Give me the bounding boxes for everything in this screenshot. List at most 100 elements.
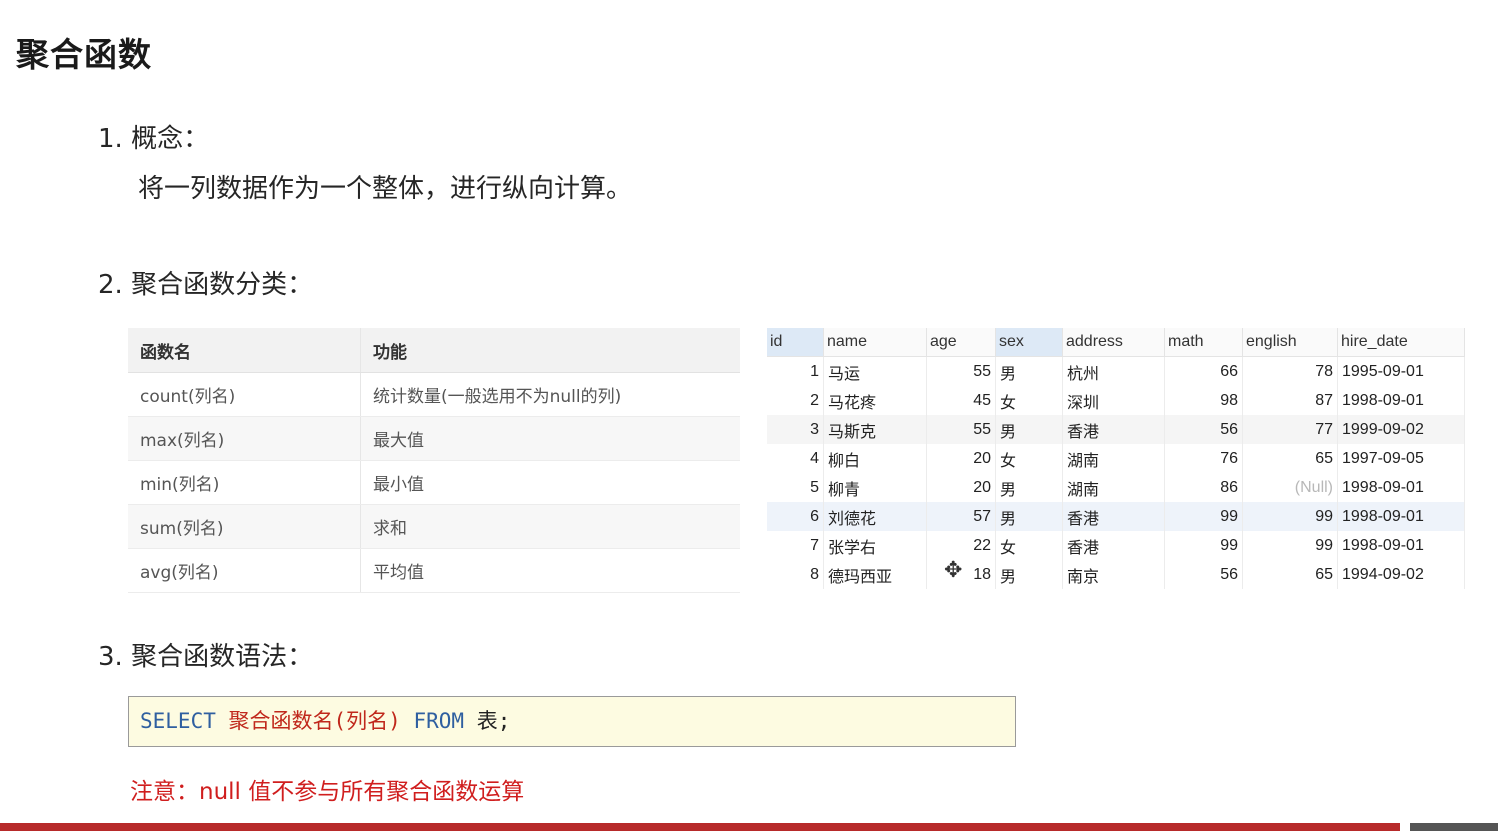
cell-math[interactable]: 98 (1164, 386, 1243, 415)
cell-address[interactable]: 香港 (1062, 502, 1165, 531)
cell-age[interactable]: 57 (926, 502, 996, 531)
function-desc: 最小值 (360, 460, 740, 505)
cell-name[interactable]: 德玛西亚 (823, 560, 927, 589)
function-name: min(列名) (128, 460, 361, 505)
cell-sex[interactable]: 男 (995, 356, 1063, 386)
cell-hire-date[interactable]: 1998-09-01 (1337, 386, 1465, 415)
column-header-math[interactable]: math (1164, 328, 1243, 357)
cell-name[interactable]: 张学右 (823, 531, 927, 560)
cell-math[interactable]: 56 (1164, 415, 1243, 444)
column-header-name[interactable]: name (823, 328, 927, 357)
cell-id[interactable]: 6 (767, 502, 824, 531)
cell-age[interactable]: 55 (926, 356, 996, 386)
cell-hire-date[interactable]: 1997-09-05 (1337, 444, 1465, 473)
cell-english[interactable]: 65 (1242, 444, 1338, 473)
move-cursor-icon: ✥ (944, 558, 963, 583)
cell-age[interactable]: 22 (926, 531, 996, 560)
data-grid[interactable]: id name age sex address math english hir… (767, 328, 1465, 589)
footer-bar (0, 823, 1400, 831)
cell-name[interactable]: 马运 (823, 356, 927, 386)
cell-sex[interactable]: 男 (995, 415, 1063, 444)
table-row[interactable]: 7 张学右 22 女 香港 99 99 1998-09-01 (767, 531, 1465, 560)
concept-body: 将一列数据作为一个整体，进行纵向计算。 (138, 174, 633, 204)
cell-address[interactable]: 南京 (1062, 560, 1165, 589)
cell-address[interactable]: 湖南 (1062, 444, 1165, 473)
cell-sex[interactable]: 男 (995, 502, 1063, 531)
cell-sex[interactable]: 女 (995, 386, 1063, 415)
syntax-heading: 3. 聚合函数语法： (98, 642, 314, 672)
table-row[interactable]: 5 柳青 20 男 湖南 86 (Null) 1998-09-01 (767, 473, 1465, 502)
column-header-id[interactable]: id (767, 328, 824, 357)
cell-english[interactable]: 65 (1242, 560, 1338, 589)
cell-math[interactable]: 99 (1164, 531, 1243, 560)
cell-id[interactable]: 2 (767, 386, 824, 415)
cell-address[interactable]: 香港 (1062, 415, 1165, 444)
cell-name[interactable]: 柳青 (823, 473, 927, 502)
cell-hire-date[interactable]: 1998-09-01 (1337, 473, 1465, 502)
cell-english[interactable]: 99 (1242, 502, 1338, 531)
cell-age[interactable]: 55 (926, 415, 996, 444)
function-name: count(列名) (128, 372, 361, 417)
cell-age[interactable]: 45 (926, 386, 996, 415)
page-title: 聚合函数 (16, 35, 152, 74)
cell-name[interactable]: 刘德花 (823, 502, 927, 531)
cell-sex[interactable]: 女 (995, 531, 1063, 560)
cell-name[interactable]: 马斯克 (823, 415, 927, 444)
cell-math[interactable]: 86 (1164, 473, 1243, 502)
cell-hire-date[interactable]: 1994-09-02 (1337, 560, 1465, 589)
table-row[interactable]: 2 马花疼 45 女 深圳 98 87 1998-09-01 (767, 386, 1465, 415)
cell-hire-date[interactable]: 1998-09-01 (1337, 502, 1465, 531)
cell-id[interactable]: 5 (767, 473, 824, 502)
cell-address[interactable]: 深圳 (1062, 386, 1165, 415)
function-name: avg(列名) (128, 548, 361, 593)
cell-hire-date[interactable]: 1995-09-01 (1337, 356, 1465, 386)
cell-english[interactable]: 78 (1242, 356, 1338, 386)
cell-sex[interactable]: 女 (995, 444, 1063, 473)
column-header-address[interactable]: address (1062, 328, 1165, 357)
cell-math[interactable]: 76 (1164, 444, 1243, 473)
header-cell: 功能 (360, 328, 740, 373)
cell-address[interactable]: 杭州 (1062, 356, 1165, 386)
cell-hire-date[interactable]: 1998-09-01 (1337, 531, 1465, 560)
syntax-code-block: SELECT 聚合函数名(列名) FROM 表; (128, 696, 1016, 747)
header-cell: 函数名 (128, 328, 361, 373)
cell-id[interactable]: 7 (767, 531, 824, 560)
cell-hire-date[interactable]: 1999-09-02 (1337, 415, 1465, 444)
cell-address[interactable]: 湖南 (1062, 473, 1165, 502)
cell-id[interactable]: 4 (767, 444, 824, 473)
function-desc: 最大值 (360, 416, 740, 461)
sql-function-placeholder: 聚合函数名(列名) (228, 709, 401, 733)
concept-heading: 1. 概念： (98, 124, 210, 154)
table-row[interactable]: 3 马斯克 55 男 香港 56 77 1999-09-02 (767, 415, 1465, 444)
function-desc: 求和 (360, 504, 740, 549)
cell-name[interactable]: 柳白 (823, 444, 927, 473)
cell-english-null[interactable]: (Null) (1242, 473, 1338, 502)
cell-math[interactable]: 99 (1164, 502, 1243, 531)
cell-age[interactable]: 20 (926, 444, 996, 473)
function-table-header: 函数名 功能 (128, 328, 740, 373)
cell-age[interactable]: 20 (926, 473, 996, 502)
cell-name[interactable]: 马花疼 (823, 386, 927, 415)
column-header-age[interactable]: age (926, 328, 996, 357)
cell-id[interactable]: 1 (767, 356, 824, 386)
table-row[interactable]: 8 德玛西亚 18 男 南京 56 65 1994-09-02 (767, 560, 1465, 589)
column-header-hire-date[interactable]: hire_date (1337, 328, 1465, 357)
footer-bar-end (1410, 823, 1498, 831)
cell-english[interactable]: 99 (1242, 531, 1338, 560)
cell-address[interactable]: 香港 (1062, 531, 1165, 560)
table-row[interactable]: 6 刘德花 57 男 香港 99 99 1998-09-01 (767, 502, 1465, 531)
table-row[interactable]: 4 柳白 20 女 湖南 76 65 1997-09-05 (767, 444, 1465, 473)
table-row[interactable]: 1 马运 55 男 杭州 66 78 1995-09-01 (767, 356, 1465, 386)
cell-sex[interactable]: 男 (995, 473, 1063, 502)
cell-id[interactable]: 8 (767, 560, 824, 589)
null-note: 注意：null 值不参与所有聚合函数运算 (130, 779, 525, 805)
cell-english[interactable]: 87 (1242, 386, 1338, 415)
column-header-english[interactable]: english (1242, 328, 1338, 357)
cell-id[interactable]: 3 (767, 415, 824, 444)
cell-english[interactable]: 77 (1242, 415, 1338, 444)
column-header-sex[interactable]: sex (995, 328, 1063, 357)
cell-math[interactable]: 66 (1164, 356, 1243, 386)
function-desc: 统计数量(一般选用不为null的列) (360, 372, 740, 417)
cell-sex[interactable]: 男 (995, 560, 1063, 589)
cell-math[interactable]: 56 (1164, 560, 1243, 589)
